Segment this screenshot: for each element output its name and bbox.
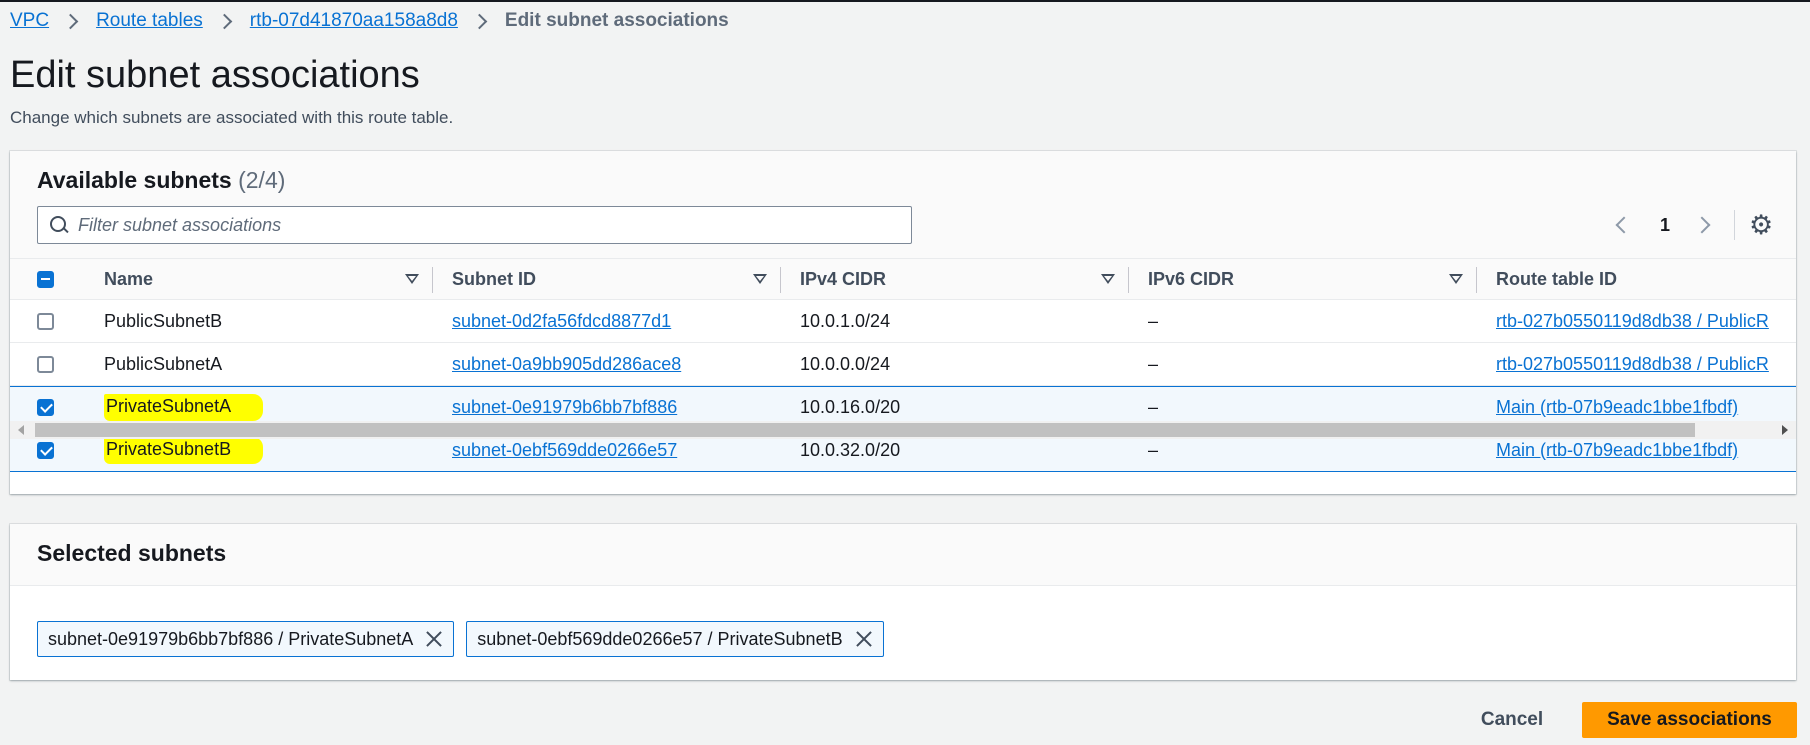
scrollbar-thumb[interactable] <box>35 423 1695 437</box>
column-header-ipv4-cidr[interactable]: IPv4 CIDR <box>800 259 1080 299</box>
chevron-left-icon[interactable] <box>1615 216 1633 234</box>
subnet-id-link[interactable]: subnet-0ebf569dde0266e57 <box>452 440 677 461</box>
filter-box <box>37 206 912 244</box>
column-header-name[interactable]: Name <box>104 259 394 299</box>
ipv6-cidr: – <box>1148 310 1159 331</box>
cancel-button[interactable]: Cancel <box>1468 702 1556 738</box>
table-row[interactable]: PublicSubnetA subnet-0a9bb905dd286ace8 1… <box>10 343 1796 386</box>
subnets-table: Name Subnet ID IPv4 CIDR IPv6 CIDR Route… <box>10 258 1796 472</box>
token-label: subnet-0e91979b6bb7bf886 / PrivateSubnet… <box>48 628 414 649</box>
route-table-link[interactable]: Main (rtb-07b9eadc1bbe1fbdf) <box>1496 397 1738 418</box>
panel-header: Available subnets (2/4) 1 ⚙ <box>10 151 1796 258</box>
breadcrumb-current: Edit subnet associations <box>504 10 729 31</box>
subnet-name: PublicSubnetB <box>104 310 223 331</box>
selection-count: (2/4) <box>238 167 286 193</box>
token-label: subnet-0ebf569dde0266e57 / PrivateSubnet… <box>477 628 843 649</box>
header-checkbox-cell <box>37 259 67 299</box>
chevron-right-icon <box>62 13 79 29</box>
column-header-ipv6-cidr[interactable]: IPv6 CIDR <box>1148 259 1428 299</box>
ipv4-cidr: 10.0.0.0/24 <box>800 353 891 374</box>
search-icon <box>50 216 68 234</box>
selected-subnet-token: subnet-0ebf569dde0266e57 / PrivateSubnet… <box>466 621 884 657</box>
route-table-link[interactable]: rtb-027b0550119d8db38 / PublicR <box>1496 354 1769 375</box>
breadcrumb: VPC Route tables rtb-07d41870aa158a8d8 E… <box>10 8 729 34</box>
subnet-id-link[interactable]: subnet-0e91979b6bb7bf886 <box>452 397 677 418</box>
sort-icon[interactable] <box>753 274 767 284</box>
sort-icon[interactable] <box>1449 274 1463 284</box>
pagination: 1 ⚙ <box>1608 209 1773 241</box>
sort-icon[interactable] <box>405 274 419 284</box>
filter-input[interactable] <box>78 214 878 236</box>
available-subnets-title: Available subnets <box>37 167 232 193</box>
route-table-link[interactable]: Main (rtb-07b9eadc1bbe1fbdf) <box>1496 440 1738 461</box>
scroll-left-arrow-icon[interactable] <box>18 425 24 435</box>
selected-subnets-title: Selected subnets <box>37 540 227 566</box>
available-subnets-panel: Available subnets (2/4) 1 ⚙ Name Subnet … <box>10 151 1796 494</box>
panel-header: Selected subnets <box>10 524 1796 586</box>
breadcrumb-route-table-id[interactable]: rtb-07d41870aa158a8d8 <box>250 10 458 32</box>
sort-icon[interactable] <box>1101 274 1115 284</box>
table-row[interactable]: PublicSubnetB subnet-0d2fa56fdcd8877d1 1… <box>10 300 1796 343</box>
subnet-name: PrivateSubnetA <box>104 394 264 421</box>
save-associations-button[interactable]: Save associations <box>1582 702 1797 738</box>
subnet-name: PublicSubnetA <box>104 353 223 374</box>
row-checkbox[interactable] <box>37 355 54 373</box>
column-divider[interactable] <box>432 267 433 293</box>
table-header: Name Subnet ID IPv4 CIDR IPv6 CIDR Route… <box>10 258 1796 300</box>
column-header-subnet-id[interactable]: Subnet ID <box>452 259 752 299</box>
gear-icon[interactable]: ⚙ <box>1749 211 1773 239</box>
page-description: Change which subnets are associated with… <box>10 108 454 127</box>
ipv6-cidr: – <box>1148 353 1159 374</box>
chevron-right-icon[interactable] <box>1693 216 1711 234</box>
divider <box>1734 210 1736 240</box>
close-icon[interactable] <box>855 630 873 648</box>
subnet-name: PrivateSubnetB <box>104 436 264 464</box>
column-divider[interactable] <box>1128 267 1129 293</box>
select-all-checkbox[interactable] <box>37 270 54 288</box>
ipv4-cidr: 10.0.1.0/24 <box>800 310 891 331</box>
panel-title: Available subnets (2/4) <box>37 167 285 194</box>
horizontal-scrollbar[interactable] <box>10 421 1796 439</box>
selected-subnets-panel: Selected subnets subnet-0e91979b6bb7bf88… <box>10 524 1796 680</box>
route-table-link[interactable]: rtb-027b0550119d8db38 / PublicR <box>1496 311 1769 332</box>
row-checkbox[interactable] <box>37 312 54 330</box>
breadcrumb-route-tables[interactable]: Route tables <box>96 10 203 32</box>
close-icon[interactable] <box>425 630 443 648</box>
row-checkbox[interactable] <box>37 441 54 459</box>
subnet-id-link[interactable]: subnet-0a9bb905dd286ace8 <box>452 354 681 375</box>
selected-subnet-token: subnet-0e91979b6bb7bf886 / PrivateSubnet… <box>37 621 455 657</box>
column-divider[interactable] <box>780 267 781 293</box>
subnet-id-link[interactable]: subnet-0d2fa56fdcd8877d1 <box>452 311 671 332</box>
chevron-right-icon <box>216 13 233 29</box>
token-group: subnet-0e91979b6bb7bf886 / PrivateSubnet… <box>37 621 884 657</box>
page-title: Edit subnet associations <box>10 54 420 96</box>
breadcrumb-vpc[interactable]: VPC <box>10 10 49 32</box>
chevron-right-icon <box>471 13 488 29</box>
page-number[interactable]: 1 <box>1660 215 1670 236</box>
column-divider[interactable] <box>1476 267 1477 293</box>
row-checkbox[interactable] <box>37 399 54 416</box>
column-header-route-table-id[interactable]: Route table ID <box>1496 259 1796 299</box>
scroll-right-arrow-icon[interactable] <box>1782 425 1788 435</box>
